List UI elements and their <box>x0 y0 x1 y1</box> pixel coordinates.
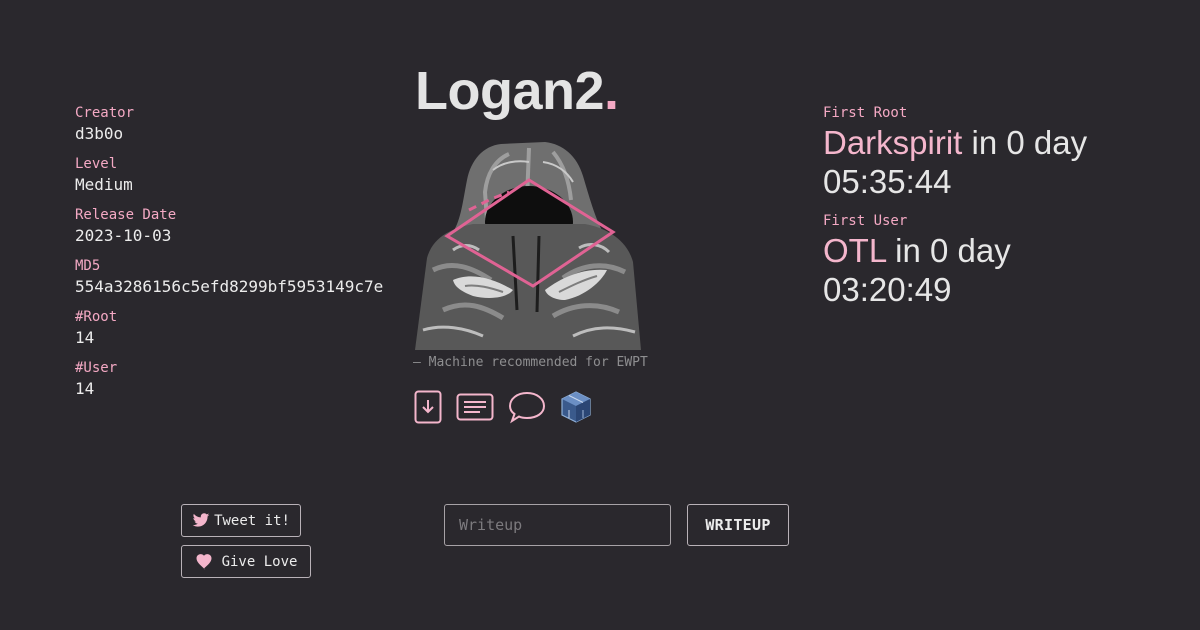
level-label: Level <box>75 156 118 172</box>
give-love-label: Give Love <box>221 553 298 570</box>
first-bloods: First Root Darkspirit in 0 day 05:35:44 … <box>823 103 1183 319</box>
creator-label: Creator <box>75 105 135 121</box>
download-icon[interactable] <box>414 390 442 424</box>
first-root-time: 05:35:44 <box>823 163 952 200</box>
machine-title: Logan2. <box>415 56 619 126</box>
first-user-name: OTL <box>823 232 886 269</box>
document-icon[interactable] <box>456 393 494 421</box>
machine-name: Logan2 <box>415 61 605 121</box>
first-root-label: First Root <box>823 105 908 121</box>
first-root-days: in 0 day <box>962 124 1088 161</box>
virtualbox-icon[interactable] <box>560 390 592 424</box>
first-user-label: First User <box>823 213 908 229</box>
tweet-label: Tweet it! <box>214 512 290 529</box>
first-root-value: Darkspirit in 0 day 05:35:44 <box>823 123 1183 201</box>
release-date-label: Release Date <box>75 207 177 223</box>
twitter-bird-icon <box>192 513 210 528</box>
machine-quote: — Machine recommended for EWPT <box>413 355 648 370</box>
user-count-value: 14 <box>75 379 95 398</box>
chat-bubble-icon[interactable] <box>508 390 546 424</box>
machine-details: Creator d3b0o Level Medium Release Date … <box>75 103 415 409</box>
level-value: Medium <box>75 175 133 194</box>
first-root-name: Darkspirit <box>823 124 963 161</box>
writeup-input[interactable] <box>444 504 671 546</box>
machine-name-dot: . <box>604 61 619 121</box>
root-count-value: 14 <box>75 328 95 347</box>
hooded-figure-image <box>415 142 641 350</box>
md5-value: 554a3286156c5efd8299bf5953149c7e <box>75 277 384 296</box>
first-user-time: 03:20:49 <box>823 271 952 308</box>
first-user-value: OTL in 0 day 03:20:49 <box>823 231 1183 309</box>
root-count-label: #Root <box>75 309 118 325</box>
creator-value: d3b0o <box>75 124 124 143</box>
give-love-button[interactable]: Give Love <box>181 545 311 578</box>
machine-actions <box>414 390 606 424</box>
tweet-button[interactable]: Tweet it! <box>181 504 301 537</box>
writeup-button[interactable]: WRITEUP <box>687 504 789 546</box>
user-count-label: #User <box>75 360 118 376</box>
md5-label: MD5 <box>75 258 101 274</box>
first-user-days: in 0 day <box>885 232 1011 269</box>
release-date-value: 2023-10-03 <box>75 226 172 245</box>
heart-icon <box>195 553 213 570</box>
